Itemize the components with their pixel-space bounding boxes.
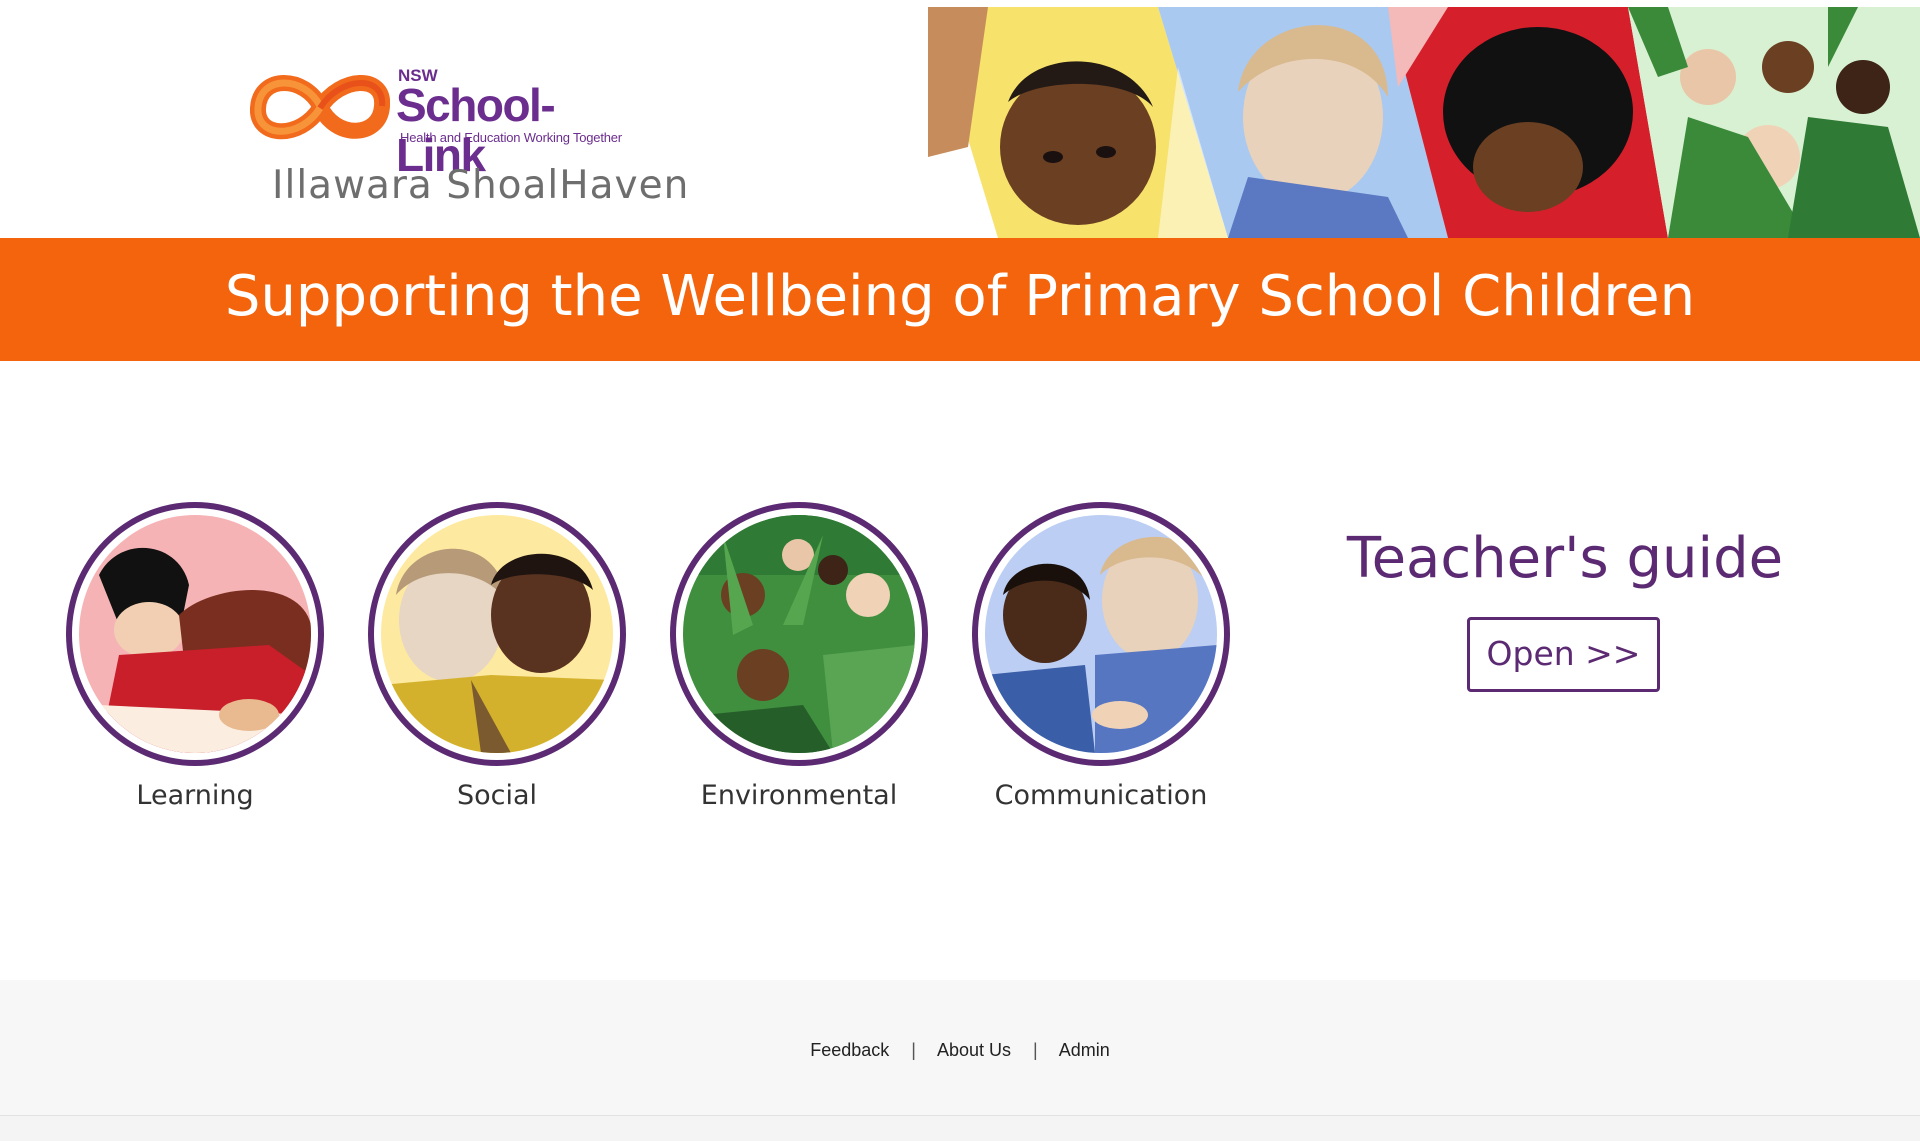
category-social[interactable]: Social xyxy=(365,502,629,811)
page-title: Supporting the Wellbeing of Primary Scho… xyxy=(224,264,1696,329)
site-footer: Feedback | About Us | Admin xyxy=(0,980,1920,1116)
footer-link-feedback[interactable]: Feedback xyxy=(810,1040,889,1060)
brand-tagline: Health and Education Working Together xyxy=(400,130,622,145)
social-icon xyxy=(368,502,626,766)
learning-icon xyxy=(66,502,324,766)
open-guide-button[interactable]: Open >> xyxy=(1467,617,1660,692)
region-name: Illawara ShoalHaven xyxy=(272,163,690,208)
category-environmental[interactable]: Environmental xyxy=(667,502,931,811)
infinity-logo-icon xyxy=(250,75,390,140)
category-label: Social xyxy=(456,780,538,811)
category-label: Communication xyxy=(994,780,1208,811)
environmental-icon xyxy=(670,502,928,766)
category-communication[interactable]: Communication xyxy=(969,502,1233,811)
title-banner: Supporting the Wellbeing of Primary Scho… xyxy=(0,238,1920,361)
category-label: Learning xyxy=(136,780,254,811)
site-header: NSW School-Link Health and Education Wor… xyxy=(0,0,1920,238)
children-banner-illustration xyxy=(928,7,1920,238)
footer-separator: | xyxy=(911,1040,916,1060)
category-label: Environmental xyxy=(700,780,898,811)
footer-separator: | xyxy=(1033,1040,1038,1060)
communication-icon xyxy=(972,502,1230,766)
category-learning[interactable]: Learning xyxy=(63,502,327,811)
teachers-guide-heading: Teacher's guide xyxy=(1346,526,1784,591)
school-link-logo[interactable]: NSW School-Link Health and Education Wor… xyxy=(250,62,630,180)
footer-link-admin[interactable]: Admin xyxy=(1059,1040,1110,1060)
footer-links: Feedback | About Us | Admin xyxy=(0,1040,1920,1061)
bottom-strip xyxy=(0,1116,1920,1141)
footer-link-about-us[interactable]: About Us xyxy=(937,1040,1011,1060)
